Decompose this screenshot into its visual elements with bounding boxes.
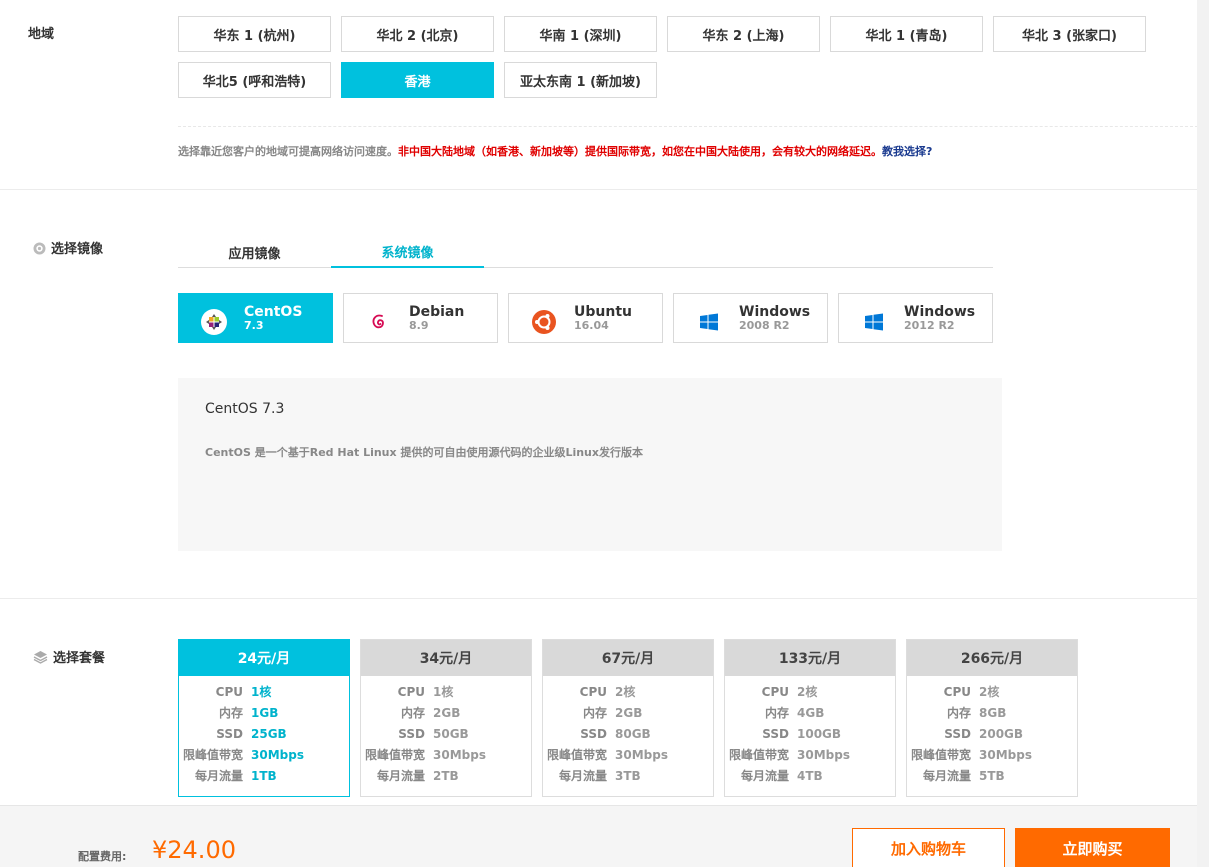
os-version: 2012 R2 [904, 319, 955, 332]
plan-row-ssd: SSD 100GB [762, 726, 842, 741]
os-version: 8.9 [409, 319, 429, 332]
region-singapore[interactable]: 亚太东南 1 (新加坡) [504, 62, 657, 98]
os-version: 16.04 [574, 319, 609, 332]
image-tabs: 应用镜像 系统镜像 [178, 236, 993, 268]
layers-icon [33, 651, 48, 664]
plan-row-traffic: 每月流量 5TB [922, 768, 1005, 784]
windows-icon [865, 313, 883, 331]
os-name: CentOS [244, 304, 303, 320]
plan-row-cpu: CPU 1核 [397, 684, 454, 700]
disc-icon [33, 242, 46, 255]
windows-icon [700, 313, 718, 331]
region-label: 地域 [28, 27, 55, 42]
region-zhangjiakou[interactable]: 华北 3 (张家口) [993, 16, 1146, 52]
plan-row-bandwidth: 限峰值带宽 30Mbps [182, 747, 304, 763]
region-huhehaote[interactable]: 华北5 (呼和浩特) [178, 62, 331, 98]
plan-row-ssd: SSD 80GB [580, 726, 651, 741]
plan-row-memory: 内存 2GB [582, 705, 643, 721]
fee-value: ¥24.00 [152, 836, 236, 864]
os-version: 2008 R2 [739, 319, 790, 332]
plan-row-memory: 内存 8GB [946, 705, 1007, 721]
os-version: 7.3 [244, 319, 264, 332]
footer-bar: 配置费用: ¥24.00 加入购物车 立即购买 [0, 805, 1197, 867]
os-description-text: CentOS 是一个基于Red Hat Linux 提供的可自由使用源代码的企业… [205, 446, 643, 459]
tab-system-image[interactable]: 系统镜像 [331, 236, 484, 268]
dashed-divider [178, 126, 1198, 127]
plan-label-text: 选择套餐 [53, 651, 106, 666]
plan-price: 67元/月 [543, 640, 713, 676]
plan-row-bandwidth: 限峰值带宽 30Mbps [546, 747, 668, 763]
os-card-centos[interactable]: CentOS 7.3 [178, 293, 333, 343]
add-to-cart-button[interactable]: 加入购物车 [852, 828, 1005, 867]
debian-icon [372, 314, 384, 329]
plan-card-133[interactable]: 133元/月 CPU 2核 内存 4GB SSD 100GB 限峰值带宽 30Mbps … [724, 639, 896, 797]
plan-row-ssd: SSD 50GB [398, 726, 469, 741]
os-name: Windows [739, 304, 811, 320]
plan-row-memory: 内存 1GB [218, 705, 279, 721]
page: 地域 华东 1 (杭州) 华北 2 (北京) 华南 1 (深圳) 华东 2 (上… [0, 0, 1209, 867]
plan-card-34[interactable]: 34元/月 CPU 1核 内存 2GB SSD 50GB 限峰值带宽 30Mbps 每月… [360, 639, 532, 797]
section-divider [0, 598, 1197, 599]
plan-row-traffic: 每月流量 3TB [558, 768, 641, 784]
tab-app-image[interactable]: 应用镜像 [178, 236, 331, 268]
region-shanghai[interactable]: 华东 2 (上海) [667, 16, 820, 52]
plan-row-bandwidth: 限峰值带宽 30Mbps [364, 747, 486, 763]
plan-row-ssd: SSD 25GB [216, 726, 287, 741]
image-section-label: 选择镜像 [33, 238, 103, 257]
plan-card-266[interactable]: 266元/月 CPU 2核 内存 8GB SSD 200GB 限峰值带宽 30Mbps … [906, 639, 1078, 797]
plan-row-traffic: 每月流量 4TB [740, 768, 823, 784]
notice-gray-text: 选择靠近您客户的地域可提高网络访问速度。 [178, 145, 398, 158]
os-card-windows-2012[interactable]: Windows 2012 R2 [838, 293, 993, 343]
help-link[interactable]: 教我选择? [882, 145, 932, 158]
region-beijing[interactable]: 华北 2 (北京) [341, 16, 494, 52]
os-name: Windows [904, 304, 976, 320]
plan-row-traffic: 每月流量 2TB [376, 768, 459, 784]
os-description-title: CentOS 7.3 [205, 401, 285, 417]
section-divider [0, 189, 1197, 190]
plan-section-label: 选择套餐 [33, 647, 105, 666]
plan-row-cpu: CPU 2核 [943, 684, 1000, 700]
plan-row-ssd: SSD 200GB [944, 726, 1024, 741]
plan-price: 24元/月 [179, 640, 349, 676]
centos-icon [201, 309, 227, 335]
os-name: Debian [409, 304, 465, 320]
plan-row-bandwidth: 限峰值带宽 30Mbps [910, 747, 1032, 763]
scrollbar[interactable] [1197, 0, 1209, 867]
plan-row-cpu: CPU 1核 [215, 684, 272, 700]
region-shenzhen[interactable]: 华南 1 (深圳) [504, 16, 657, 52]
buy-now-button[interactable]: 立即购买 [1015, 828, 1170, 867]
plan-card-24[interactable]: 24元/月 CPU 1核 内存 1GB SSD 25GB 限峰值带宽 30Mbps 每月… [178, 639, 350, 797]
ubuntu-icon [532, 310, 556, 334]
os-card-ubuntu[interactable]: Ubuntu 16.04 [508, 293, 663, 343]
plan-row-bandwidth: 限峰值带宽 30Mbps [728, 747, 850, 763]
notice-red-text: 非中国大陆地域（如香港、新加坡等）提供国际带宽，如您在中国大陆使用，会有较大的网… [398, 145, 882, 158]
fee-label: 配置费用: [78, 850, 127, 863]
image-label-text: 选择镜像 [51, 242, 104, 257]
plan-row-traffic: 每月流量 1TB [194, 768, 277, 784]
os-card-debian[interactable]: Debian 8.9 [343, 293, 498, 343]
plan-price: 133元/月 [725, 640, 895, 676]
region-qingdao[interactable]: 华北 1 (青岛) [830, 16, 983, 52]
os-card-windows-2008[interactable]: Windows 2008 R2 [673, 293, 828, 343]
region-hongkong[interactable]: 香港 [341, 62, 494, 98]
plan-price: 34元/月 [361, 640, 531, 676]
plan-row-memory: 内存 2GB [400, 705, 461, 721]
plan-price: 266元/月 [907, 640, 1077, 676]
os-name: Ubuntu [574, 304, 632, 320]
plan-row-cpu: CPU 2核 [579, 684, 636, 700]
os-description-box: CentOS 7.3 CentOS 是一个基于Red Hat Linux 提供的… [178, 378, 1002, 551]
plan-row-memory: 内存 4GB [764, 705, 825, 721]
region-notice: 选择靠近您客户的地域可提高网络访问速度。非中国大陆地域（如香港、新加坡等）提供国… [178, 143, 932, 159]
region-hangzhou[interactable]: 华东 1 (杭州) [178, 16, 331, 52]
plan-row-cpu: CPU 2核 [761, 684, 818, 700]
plan-card-67[interactable]: 67元/月 CPU 2核 内存 2GB SSD 80GB 限峰值带宽 30Mbps 每月… [542, 639, 714, 797]
